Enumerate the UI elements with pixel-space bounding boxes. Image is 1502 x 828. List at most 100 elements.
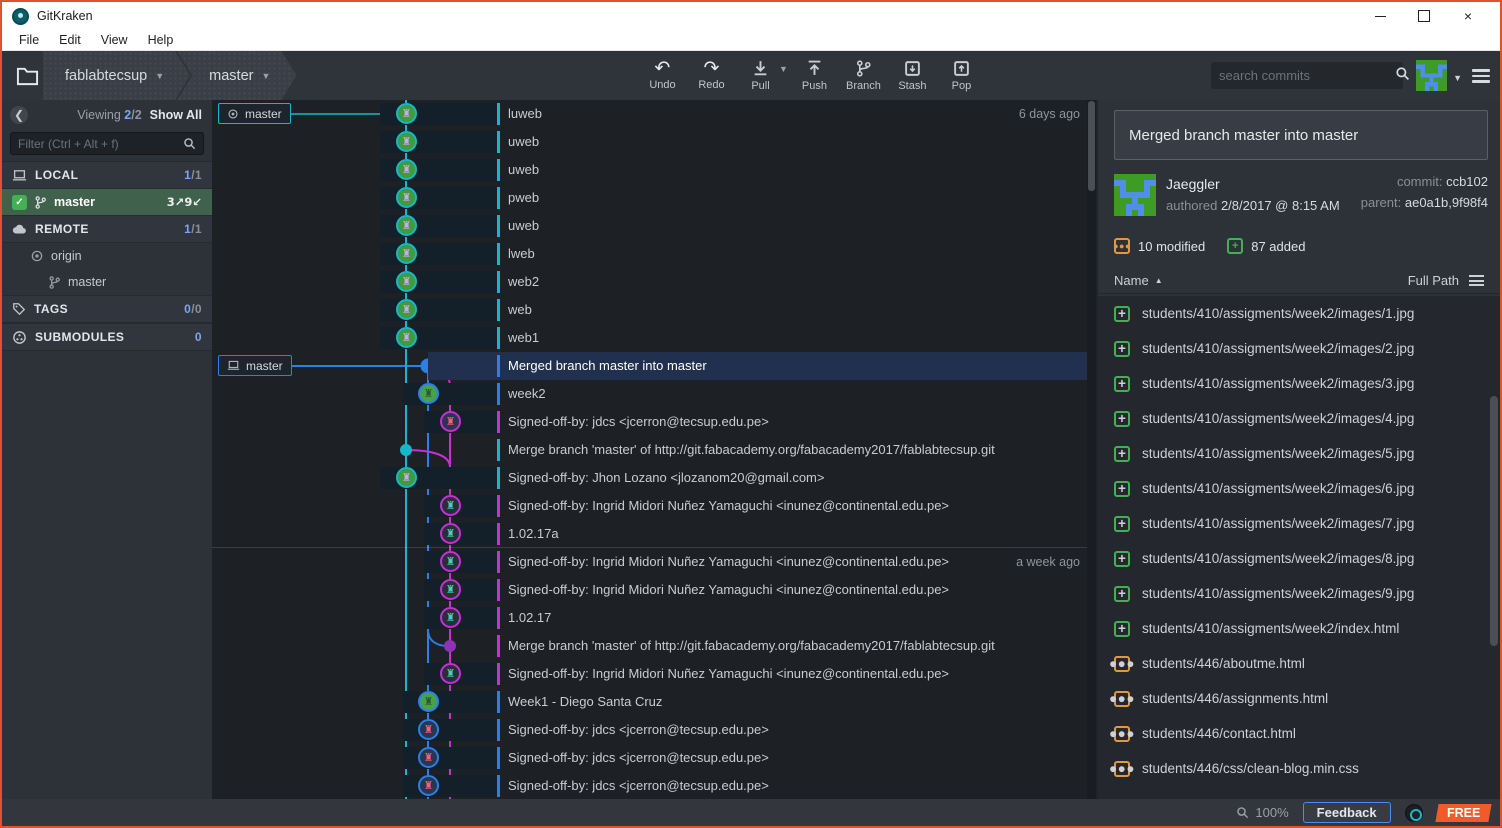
commit-author-avatar[interactable]: ♜	[440, 607, 461, 628]
name-column-header[interactable]: Name	[1114, 273, 1149, 288]
commit-row[interactable]: ♜ week2	[212, 380, 1096, 408]
close-button[interactable]: ×	[1446, 3, 1490, 29]
feedback-button[interactable]: Feedback	[1302, 802, 1391, 823]
sidebar-branch-master-local[interactable]: ✓ master 3↗9↙	[2, 189, 212, 215]
commit-row[interactable]: Merge branch 'master' of http://git.faba…	[212, 436, 1096, 464]
menu-edit[interactable]: Edit	[50, 31, 90, 49]
parent-sha[interactable]: parent: ae0a1b,9f98f4	[1361, 195, 1488, 210]
collapse-sidebar-button[interactable]: ❮	[10, 105, 28, 124]
fullpath-toggle[interactable]: Full Path	[1408, 273, 1459, 288]
file-row[interactable]: + students/410/assigments/week2/images/7.…	[1098, 506, 1500, 541]
commit-author-avatar[interactable]: ♜	[440, 579, 461, 600]
sidebar-branch-master-remote[interactable]: master	[2, 269, 212, 295]
commit-author-avatar[interactable]: ♜	[396, 159, 417, 180]
commit-row[interactable]: ♜ pweb	[212, 184, 1096, 212]
search-icon[interactable]	[1395, 66, 1410, 86]
modified-count-badge[interactable]: ●●● 10 modified	[1113, 238, 1205, 254]
commit-author-avatar[interactable]: ♜	[440, 523, 461, 544]
commit-author-avatar[interactable]: ♜	[396, 327, 417, 348]
file-row[interactable]: ●●● students/446/assignments.html	[1098, 681, 1500, 716]
file-row[interactable]: + students/410/assigments/week2/images/8.…	[1098, 541, 1500, 576]
commit-row[interactable]: ♜ Signed-off-by: Ingrid Midori Nuñez Yama…	[212, 576, 1096, 604]
breadcrumb-branch[interactable]: master ▼	[177, 51, 296, 100]
remote-section-header[interactable]: REMOTE 1/1	[2, 215, 212, 243]
commit-author-avatar[interactable]: ♜	[440, 495, 461, 516]
commit-row[interactable]: ♜ Signed-off-by: Ingrid Midori Nuñez Yama…	[212, 492, 1096, 520]
commit-row[interactable]: ♜ lweb	[212, 240, 1096, 268]
pull-button[interactable]: Pull	[736, 51, 785, 100]
menu-file[interactable]: File	[10, 31, 48, 49]
file-row[interactable]: + students/410/assigments/week2/images/2.…	[1098, 331, 1500, 366]
commit-message-box[interactable]: Merged branch master into master	[1114, 110, 1488, 160]
commit-author-avatar[interactable]: ♜	[418, 775, 439, 796]
file-row[interactable]: + students/410/assigments/week2/index.htm…	[1098, 611, 1500, 646]
file-row[interactable]: + students/410/assigments/week2/images/3.…	[1098, 366, 1500, 401]
graph-scrollbar[interactable]	[1087, 100, 1096, 799]
submodules-section-header[interactable]: SUBMODULES 0	[2, 323, 212, 351]
tags-section-header[interactable]: TAGS 0/0	[2, 295, 212, 323]
file-row[interactable]: + students/410/assigments/week2/images/1.…	[1098, 296, 1500, 331]
commit-author-avatar[interactable]: ♜	[396, 131, 417, 152]
commit-author-avatar[interactable]: ♜	[418, 691, 439, 712]
app-menu-icon[interactable]	[1472, 69, 1490, 86]
commit-row[interactable]: ♜ Signed-off-by: jdcs <jcerron@tecsup.edu…	[212, 716, 1096, 744]
redo-button[interactable]: ↷ Redo	[687, 51, 736, 100]
commit-row[interactable]: ♜ luweb 6 days ago	[212, 100, 1096, 128]
commit-row[interactable]: ♜ uweb	[212, 212, 1096, 240]
free-plan-badge[interactable]: FREE	[1435, 803, 1492, 822]
commit-row[interactable]: ♜ Signed-off-by: jdcs <jcerron@tecsup.edu…	[212, 744, 1096, 772]
profile-caret-icon[interactable]: ▼	[1453, 73, 1462, 83]
commit-author-avatar[interactable]: ♜	[396, 103, 417, 124]
commit-row[interactable]: ♜ web	[212, 296, 1096, 324]
file-row[interactable]: + students/410/assigments/week2/images/4.…	[1098, 401, 1500, 436]
sidebar-remote-origin[interactable]: origin	[2, 243, 212, 269]
maximize-button[interactable]	[1402, 3, 1446, 29]
menu-help[interactable]: Help	[139, 31, 183, 49]
repo-folder-icon[interactable]	[16, 64, 39, 87]
user-avatar[interactable]	[1416, 60, 1447, 91]
commit-sha[interactable]: commit: ccb102	[1361, 174, 1488, 189]
commit-author-avatar[interactable]: ♜	[396, 187, 417, 208]
ref-label-local-master[interactable]: master	[218, 355, 292, 376]
breadcrumb-repo[interactable]: fablabtecsup ▼	[43, 51, 190, 100]
checked-checkbox-icon[interactable]: ✓	[12, 194, 27, 210]
commit-row[interactable]: ♜ Signed-off-by: Ingrid Midori Nuñez Yama…	[212, 548, 1096, 576]
commit-author-avatar[interactable]: ♜	[396, 271, 417, 292]
zoom-indicator[interactable]: 100%	[1236, 805, 1289, 820]
pop-button[interactable]: Pop	[937, 51, 986, 100]
commit-row[interactable]: ♜ web1	[212, 324, 1096, 352]
menu-view[interactable]: View	[92, 31, 137, 49]
search-commits-input[interactable]	[1219, 68, 1395, 83]
branch-button[interactable]: Branch	[839, 51, 888, 100]
commit-row[interactable]: ♜ Signed-off-by: jdcs <jcerron@tecsup.edu…	[212, 408, 1096, 436]
stash-button[interactable]: Stash	[888, 51, 937, 100]
pull-options-caret[interactable]: ▼	[779, 64, 788, 74]
commit-row[interactable]: ♜ Signed-off-by: jdcs <jcerron@tecsup.edu…	[212, 772, 1096, 799]
filter-input[interactable]	[18, 136, 183, 151]
commit-author-avatar[interactable]: ♜	[396, 243, 417, 264]
file-row[interactable]: ●●● students/446/contact.html	[1098, 716, 1500, 751]
commit-row[interactable]: ♜ 1.02.17	[212, 604, 1096, 632]
commit-author-avatar[interactable]: ♜	[396, 215, 417, 236]
commit-author-avatar[interactable]: ♜	[396, 467, 417, 488]
file-row[interactable]: + students/410/assigments/week2/images/6.…	[1098, 471, 1500, 506]
minimize-button[interactable]	[1358, 3, 1402, 29]
file-list-scrollbar[interactable]	[1490, 296, 1498, 799]
local-section-header[interactable]: LOCAL 1/1	[2, 161, 212, 189]
list-view-icon[interactable]	[1469, 273, 1484, 289]
push-button[interactable]: Push	[790, 51, 839, 100]
commit-author-avatar[interactable]: ♜	[418, 719, 439, 740]
show-all-button[interactable]: Show All	[150, 108, 202, 122]
commit-row[interactable]: Merge branch 'master' of http://git.faba…	[212, 632, 1096, 660]
file-row[interactable]: + students/410/assigments/week2/images/5.…	[1098, 436, 1500, 471]
commit-author-avatar[interactable]: ♜	[440, 663, 461, 684]
added-count-badge[interactable]: +87 added	[1227, 238, 1305, 254]
commit-row[interactable]: ♜ uweb	[212, 128, 1096, 156]
gitkraken-status-icon[interactable]	[1404, 803, 1423, 822]
undo-button[interactable]: ↶ Undo	[638, 51, 687, 100]
commit-row[interactable]: ♜ 1.02.17a	[212, 520, 1096, 548]
file-row[interactable]: ●●● students/446/css/clean-blog.min.css	[1098, 751, 1500, 786]
commit-row[interactable]: ♜ Signed-off-by: Ingrid Midori Nuñez Yama…	[212, 660, 1096, 688]
commit-row[interactable]: ♜ uweb	[212, 156, 1096, 184]
commit-author-avatar[interactable]: ♜	[440, 411, 461, 432]
